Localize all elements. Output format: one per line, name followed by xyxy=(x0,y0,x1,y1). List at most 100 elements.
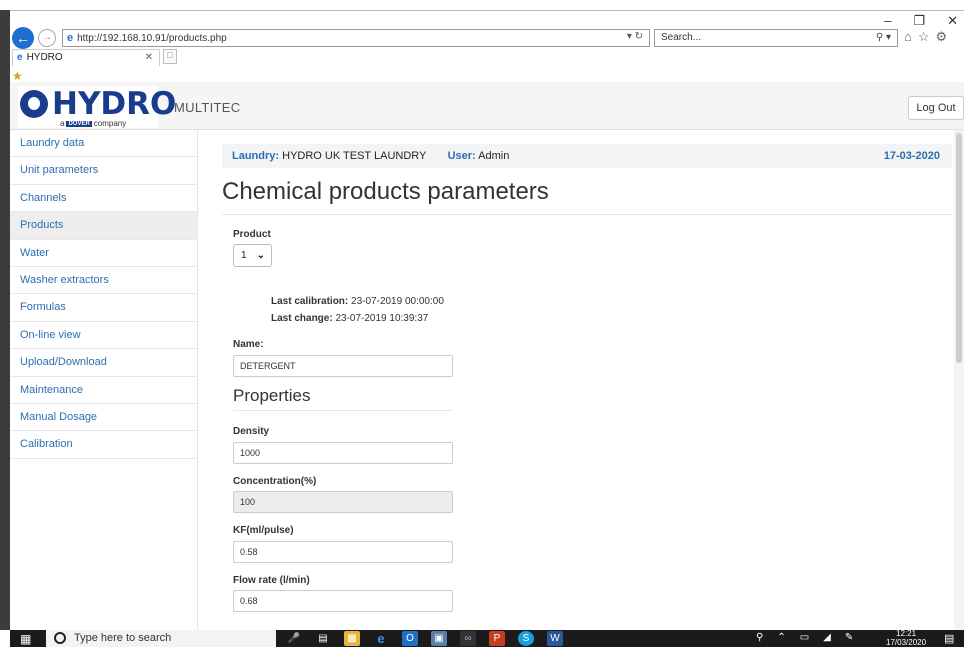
sidebar-item-upload-download[interactable]: Upload/Download xyxy=(10,349,197,377)
tab-close-icon[interactable]: ✕ xyxy=(145,50,153,66)
forward-arrow-icon[interactable]: → xyxy=(38,29,56,47)
battery-icon[interactable]: ▭ xyxy=(800,632,809,643)
browser-chrome: – ❐ ✕ ← → e http://192.168.10.91/product… xyxy=(10,10,964,83)
hydro-logo[interactable]: HYDRO a DOVER company xyxy=(18,86,176,128)
page-title: Chemical products parameters xyxy=(222,178,549,205)
sidebar-item-washer-extractors[interactable]: Washer extractors xyxy=(10,267,197,295)
main-content: Laundry: HYDRO UK TEST LAUNDRY User: Adm… xyxy=(198,130,964,630)
notification-icon[interactable]: ▤ xyxy=(944,632,954,645)
powerpoint-icon[interactable]: P xyxy=(489,631,505,646)
task-view-icon[interactable]: ▤ xyxy=(315,631,331,646)
flow-rate-label: Flow rate (l/min) xyxy=(233,575,310,586)
internet-explorer-icon[interactable]: e xyxy=(373,631,389,646)
screen: – ❐ ✕ ← → e http://192.168.10.91/product… xyxy=(0,0,964,647)
chevron-up-icon[interactable]: ⌃ xyxy=(777,632,785,643)
concentration-label: Concentration(%) xyxy=(233,476,317,487)
brand-sub-company: company xyxy=(93,119,127,128)
sidebar-item-maintenance[interactable]: Maintenance xyxy=(10,377,197,404)
new-tab-icon[interactable]: □ xyxy=(163,49,177,64)
address-text: http://192.168.10.91/products.php xyxy=(77,32,227,44)
sidebar-item-formulas[interactable]: Formulas xyxy=(10,294,197,322)
browser-tab[interactable]: e HYDRO ✕ xyxy=(12,49,160,66)
app-name: MULTITEC xyxy=(174,100,241,115)
kf-input[interactable]: 0.58 xyxy=(233,541,453,563)
clock-time: 12:21 xyxy=(896,629,917,638)
chevron-down-icon: ⌄ xyxy=(256,250,265,261)
word-icon[interactable]: W xyxy=(547,631,563,646)
laundry-value: HYDRO UK TEST LAUNDRY xyxy=(282,150,427,162)
back-arrow-icon[interactable]: ← xyxy=(12,27,34,49)
info-bar: Laundry: HYDRO UK TEST LAUNDRY User: Adm… xyxy=(222,144,952,168)
brand-sub-a: a xyxy=(60,119,65,128)
taskbar-clock[interactable]: 12:21 17/03/2020 xyxy=(886,629,926,647)
system-tray: ⚲ ⌃ ▭ ◢ ✎ xyxy=(756,632,853,643)
search-icon[interactable]: ⚲ ▾ xyxy=(876,30,891,46)
windows-start-icon[interactable]: ▦ xyxy=(20,632,31,646)
sidebar-item-channels[interactable]: Channels xyxy=(10,185,197,213)
tab-favicon-icon: e xyxy=(17,52,23,63)
infinity-app-icon[interactable]: ∞ xyxy=(460,631,476,646)
last-calibration: Last calibration: 23-07-2019 00:00:00 xyxy=(271,296,444,307)
taskbar-search-placeholder: Type here to search xyxy=(74,632,172,644)
properties-title: Properties xyxy=(233,386,311,405)
sidebar-item-laundry-data[interactable]: Laundry data xyxy=(10,130,197,158)
tab-title: HYDRO xyxy=(26,52,63,63)
sidebar-item-manual-dosage[interactable]: Manual Dosage xyxy=(10,404,197,432)
kf-label: KF(ml/pulse) xyxy=(233,525,294,536)
sidebar-item-products[interactable]: Products xyxy=(10,212,197,240)
name-input[interactable]: DETERGENT xyxy=(233,355,453,377)
product-select[interactable]: 1 ⌄ xyxy=(233,244,272,267)
refresh-icon[interactable]: ▾ ↻ xyxy=(627,31,643,42)
browser-toolbar-icons: ⌂ ☆ ⚙ xyxy=(904,29,947,45)
brand-name: HYDRO xyxy=(52,86,177,122)
app-icon[interactable]: ▣ xyxy=(431,631,447,646)
last-change-value: 23-07-2019 10:39:37 xyxy=(335,313,429,324)
hydro-drop-icon xyxy=(20,90,48,118)
scrollbar-thumb[interactable] xyxy=(956,133,962,363)
last-calibration-label: Last calibration: xyxy=(271,296,349,307)
home-icon[interactable]: ⌂ xyxy=(904,29,912,45)
browser-search-input[interactable]: Search... ⚲ ▾ xyxy=(654,29,898,47)
microphone-icon[interactable]: 🎤 xyxy=(286,631,302,646)
flow-rate-input[interactable]: 0.68 xyxy=(233,590,453,612)
people-icon[interactable]: ⚲ xyxy=(756,632,763,643)
restore-icon[interactable]: ❐ xyxy=(913,13,925,29)
sidebar-item-unit-parameters[interactable]: Unit parameters xyxy=(10,157,197,185)
last-change: Last change: 23-07-2019 10:39:37 xyxy=(271,313,428,324)
address-bar[interactable]: e http://192.168.10.91/products.php ▾ ↻ xyxy=(62,29,650,47)
user-value: Admin xyxy=(478,150,510,162)
app-header: HYDRO a DOVER company MULTITEC Log Out xyxy=(10,82,964,130)
ie-page-icon: e xyxy=(67,32,74,44)
gear-icon[interactable]: ⚙ xyxy=(936,29,948,45)
user-label: User: xyxy=(447,150,476,162)
last-calibration-value: 23-07-2019 00:00:00 xyxy=(351,296,444,307)
outlook-icon[interactable]: O xyxy=(402,631,418,646)
product-select-value: 1 xyxy=(241,250,247,261)
sidebar-item-online-view[interactable]: On-line view xyxy=(10,322,197,350)
logout-button[interactable]: Log Out xyxy=(908,96,964,120)
current-date: 17-03-2020 xyxy=(883,150,940,162)
title-divider xyxy=(222,214,952,215)
density-input[interactable]: 1000 xyxy=(233,442,453,464)
last-change-label: Last change: xyxy=(271,313,333,324)
network-icon[interactable]: ◢ xyxy=(823,632,831,643)
skype-icon[interactable]: S xyxy=(518,631,534,646)
desktop-edge xyxy=(0,10,10,630)
windows-taskbar: ▦ Type here to search 🎤 ▤ ▩ e O ▣ ∞ P S … xyxy=(10,629,964,647)
sidebar-item-water[interactable]: Water xyxy=(10,240,197,267)
close-icon[interactable]: ✕ xyxy=(947,13,958,29)
pen-icon[interactable]: ✎ xyxy=(845,632,853,643)
laundry-label: Laundry: xyxy=(232,150,280,162)
sidebar-item-calibration[interactable]: Calibration xyxy=(10,431,197,459)
taskbar-search-input[interactable]: Type here to search xyxy=(46,630,276,647)
browser-search-placeholder: Search... xyxy=(661,32,702,43)
clock-date: 17/03/2020 xyxy=(886,638,927,647)
brand-subtitle: a DOVER company xyxy=(60,119,126,128)
favorites-star-icon[interactable]: ☆ xyxy=(918,29,930,45)
file-explorer-icon[interactable]: ▩ xyxy=(344,631,360,646)
favorites-bar-icon[interactable]: ★ xyxy=(12,69,23,83)
dover-badge: DOVER xyxy=(66,120,92,127)
minimize-icon[interactable]: – xyxy=(884,13,891,29)
properties-divider xyxy=(233,410,453,411)
density-label: Density xyxy=(233,426,270,437)
